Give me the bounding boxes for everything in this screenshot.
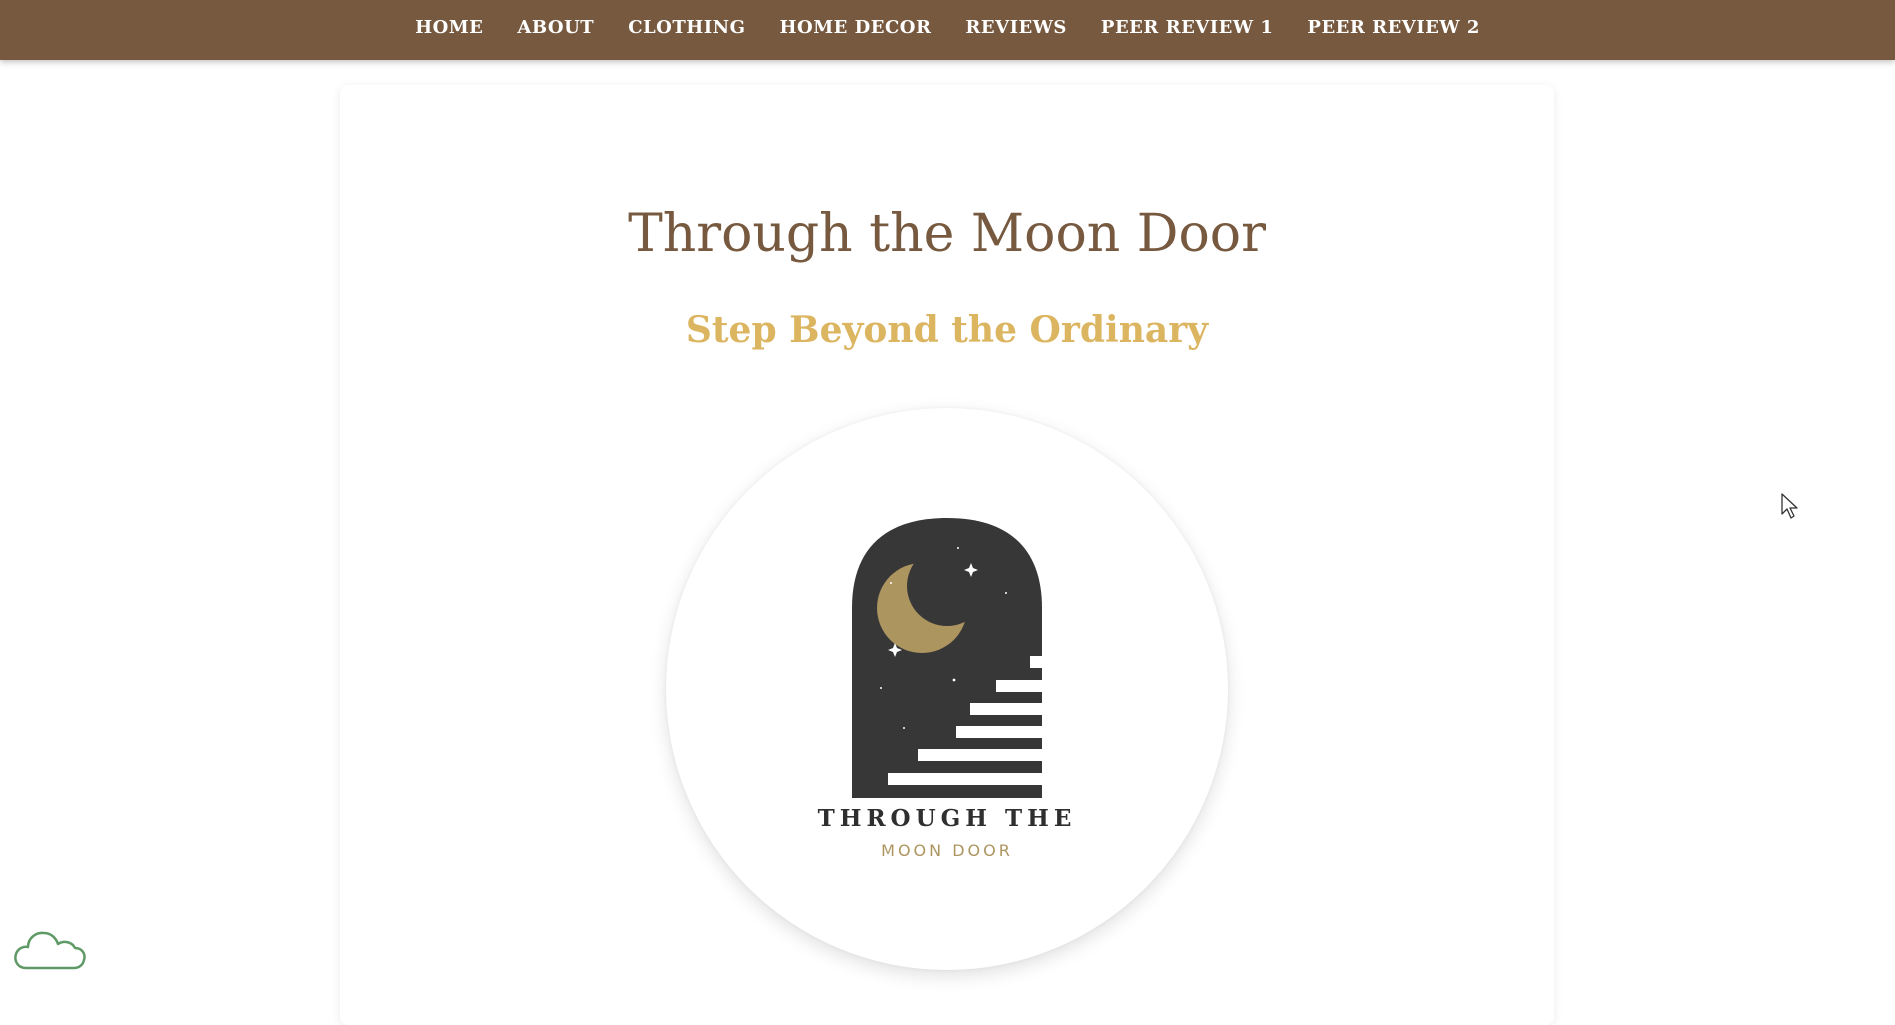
cloud-icon[interactable] xyxy=(12,920,88,972)
main-content-card: Through the Moon Door Step Beyond the Or… xyxy=(340,85,1554,1025)
moon-door-arch-icon xyxy=(852,518,1046,798)
nav-link-about[interactable]: ABOUT xyxy=(517,17,594,38)
nav-link-home[interactable]: HOME xyxy=(415,17,483,38)
logo-text-line-2: MOON DOOR xyxy=(881,841,1013,860)
page-tagline: Step Beyond the Ordinary xyxy=(685,309,1209,351)
nav-menu: HOME ABOUT CLOTHING HOME DECOR REVIEWS P… xyxy=(415,17,1480,44)
logo-text-line-1: THROUGH THE xyxy=(817,805,1077,832)
mouse-cursor-icon xyxy=(1781,493,1798,519)
nav-item-clothing: CLOTHING xyxy=(628,17,745,38)
nav-item-peer-review-2: PEER REVIEW 2 xyxy=(1307,17,1480,38)
top-navbar: HOME ABOUT CLOTHING HOME DECOR REVIEWS P… xyxy=(0,0,1895,60)
nav-link-peer-review-1[interactable]: PEER REVIEW 1 xyxy=(1101,17,1274,38)
nav-item-peer-review-1: PEER REVIEW 1 xyxy=(1101,17,1274,38)
nav-link-reviews[interactable]: REVIEWS xyxy=(965,17,1067,38)
page-title: Through the Moon Door xyxy=(628,204,1266,264)
nav-link-peer-review-2[interactable]: PEER REVIEW 2 xyxy=(1307,17,1480,38)
nav-link-home-decor[interactable]: HOME DECOR xyxy=(780,17,932,38)
nav-link-clothing[interactable]: CLOTHING xyxy=(628,17,745,38)
nav-item-about: ABOUT xyxy=(517,17,594,38)
nav-item-home: HOME xyxy=(415,17,483,38)
nav-item-home-decor: HOME DECOR xyxy=(780,17,932,38)
nav-item-reviews: REVIEWS xyxy=(965,17,1067,38)
brand-logo: THROUGH THE MOON DOOR xyxy=(666,408,1228,970)
